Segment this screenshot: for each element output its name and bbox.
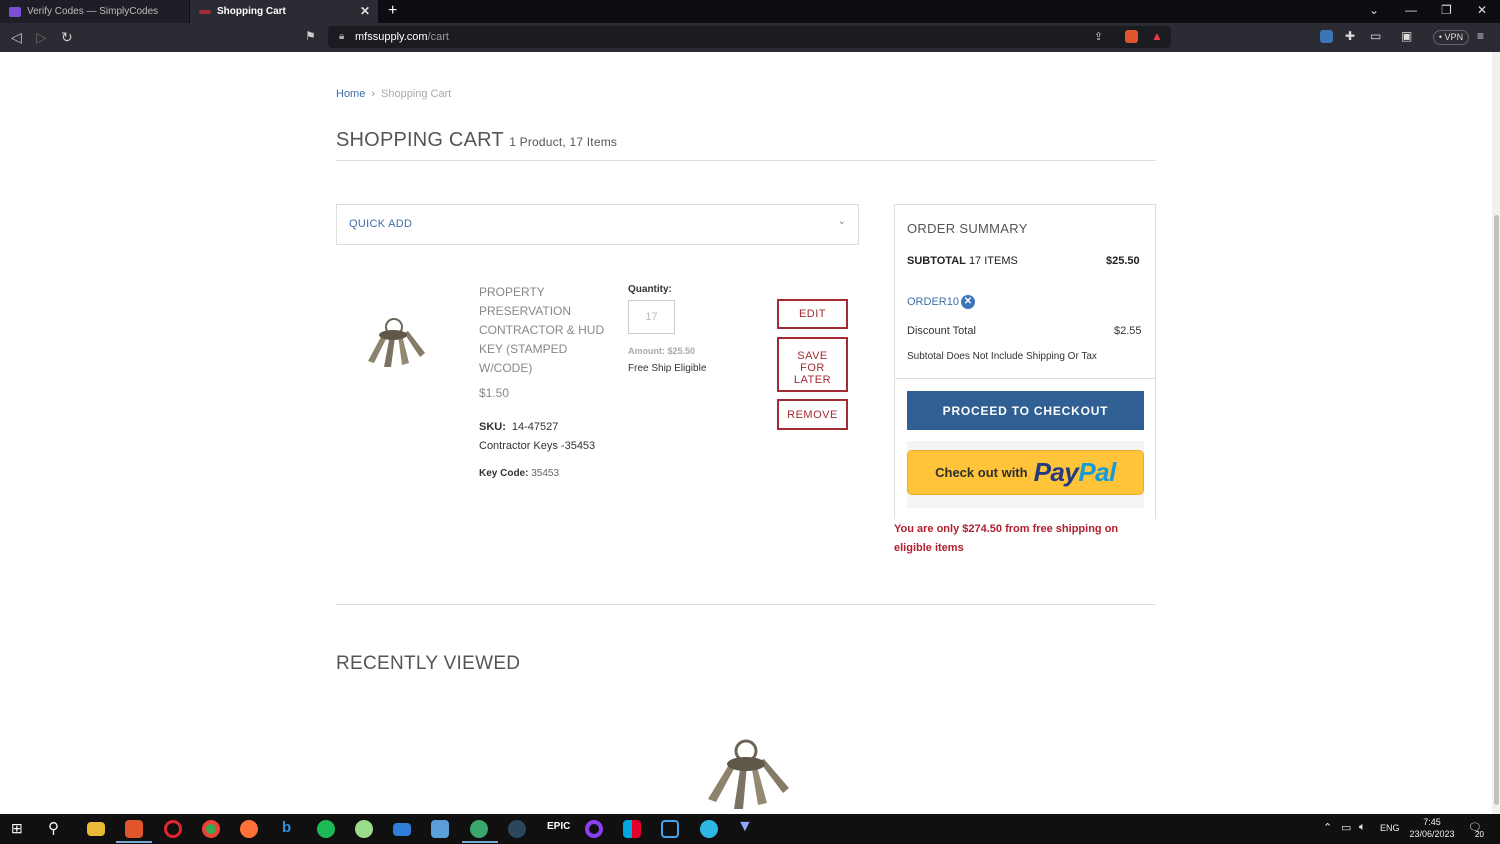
chrome-icon[interactable]	[202, 820, 220, 838]
discount-label: Discount Total	[907, 325, 976, 337]
proceed-to-checkout-button[interactable]: PROCEED TO CHECKOUT	[907, 391, 1144, 430]
app-ring-icon[interactable]	[585, 820, 603, 838]
paypal-logo-icon: PayPal	[1033, 457, 1117, 487]
epic-games-icon[interactable]: EPIC	[547, 821, 570, 832]
tab-title: Shopping Cart	[217, 6, 286, 17]
store-icon[interactable]	[431, 820, 449, 838]
product-unit-price: $1.50	[479, 386, 510, 400]
brave-browser-icon[interactable]	[125, 820, 143, 838]
subtotal-value: $25.50	[1106, 255, 1140, 267]
nintendo-switch-icon[interactable]	[623, 820, 641, 838]
page-title-count: 1 Product, 17 Items	[509, 135, 618, 149]
network-icon[interactable]: ▭	[1341, 821, 1351, 834]
coupon-code: ORDER10	[907, 296, 959, 308]
active-app-indicator	[462, 841, 498, 843]
sidebar-icon[interactable]: ▭	[1370, 29, 1381, 43]
mfs-favicon-icon	[199, 9, 211, 14]
close-icon[interactable]: ✕	[360, 4, 370, 18]
browser-tab-bar: Verify Codes — SimplyCodes Shopping Cart…	[0, 0, 1500, 23]
share-icon[interactable]: ⇪	[1094, 30, 1103, 43]
recent-product-image-keys[interactable]	[700, 735, 794, 812]
brave-shields-icon[interactable]	[1125, 30, 1138, 43]
order-summary-title: ORDER SUMMARY	[907, 221, 1028, 236]
bookmark-icon[interactable]: ⚑	[305, 29, 316, 43]
divider	[336, 604, 1156, 605]
minimize-icon[interactable]: —	[1405, 3, 1417, 17]
edit-button[interactable]: EDIT	[777, 299, 848, 329]
clock[interactable]: 7:45 23/06/2023	[1408, 816, 1456, 840]
menu-icon[interactable]: ≡	[1477, 29, 1484, 43]
tray-expand-icon[interactable]: ⌃	[1323, 821, 1332, 834]
quick-add-dropdown[interactable]: QUICK ADD ⌄	[336, 204, 859, 245]
new-tab-icon[interactable]: +	[388, 2, 397, 20]
paypal-checkout-button[interactable]: Check out with PayPal	[907, 450, 1144, 495]
back-icon[interactable]: ◁	[11, 29, 22, 46]
search-icon[interactable]: ⚲	[48, 819, 59, 837]
spotify-icon[interactable]	[317, 820, 335, 838]
recently-viewed-title: RECENTLY VIEWED	[336, 653, 521, 674]
scrollbar-thumb[interactable]	[1494, 215, 1499, 805]
product-image-keys[interactable]	[360, 313, 428, 371]
tab-search-chevron-icon[interactable]: ⌄	[1369, 3, 1379, 17]
windows-start-icon[interactable]: ⊞	[11, 820, 23, 837]
subtotal-note: Subtotal Does Not Include Shipping Or Ta…	[907, 351, 1097, 362]
bing-icon[interactable]: b	[282, 819, 291, 836]
ccleaner-icon[interactable]	[700, 820, 718, 838]
opera-icon[interactable]	[164, 820, 182, 838]
quick-add-label: QUICK ADD	[349, 218, 413, 230]
breadcrumb-home-link[interactable]: Home	[336, 88, 365, 100]
firefox-icon[interactable]	[240, 820, 258, 838]
free-ship-eligible-label: Free Ship Eligible	[628, 363, 707, 374]
quantity-input[interactable]	[628, 300, 675, 334]
file-explorer-icon[interactable]	[87, 822, 105, 836]
breadcrumb-current: Shopping Cart	[381, 88, 452, 100]
wallet-icon[interactable]: ▣	[1401, 29, 1412, 43]
translate-icon[interactable]	[1320, 30, 1333, 43]
divider	[336, 160, 1156, 161]
notification-count-badge: 20	[1475, 830, 1484, 839]
page-title: SHOPPING CART 1 Product, 17 Items	[336, 129, 618, 151]
extensions-icon[interactable]: ✚	[1345, 29, 1355, 43]
reload-icon[interactable]: ↻	[61, 29, 73, 46]
simplycodes-favicon-icon	[9, 6, 21, 17]
forward-icon[interactable]: ▷	[36, 29, 47, 46]
product-name-link[interactable]: PROPERTY PRESERVATION CONTRACTOR & HUD K…	[479, 283, 609, 378]
lock-icon: 🔒︎	[339, 31, 345, 42]
divider	[895, 378, 1155, 379]
line-amount: Amount: $25.50	[628, 346, 696, 356]
breadcrumb-separator: ›	[371, 88, 376, 100]
vpn-button[interactable]: • VPN	[1433, 30, 1469, 45]
window-close-icon[interactable]: ✕	[1477, 3, 1487, 17]
remove-button[interactable]: REMOVE	[777, 399, 848, 430]
whatsapp-icon[interactable]	[470, 820, 488, 838]
xbox-icon[interactable]	[355, 820, 373, 838]
free-shipping-threshold-message: You are only $274.50 from free shipping …	[894, 523, 1119, 554]
coupon-remove-icon[interactable]: ✕	[961, 295, 975, 309]
active-app-indicator	[116, 841, 152, 843]
tab-title: Verify Codes — SimplyCodes	[27, 6, 159, 17]
steam-icon[interactable]	[508, 820, 526, 838]
product-category: Contractor Keys -35453	[479, 440, 596, 452]
language-indicator[interactable]: ENG	[1380, 823, 1400, 833]
product-sku: SKU: 14-47527	[479, 421, 559, 433]
tab-verify-codes[interactable]: Verify Codes — SimplyCodes	[0, 0, 189, 23]
vpn-app-icon[interactable]: ▼	[737, 818, 753, 836]
volume-icon[interactable]: 🔈︎	[1359, 821, 1366, 834]
save-for-later-button[interactable]: SAVE FOR LATER	[777, 337, 848, 392]
app-icon[interactable]	[661, 820, 679, 838]
address-bar[interactable]	[328, 26, 1171, 48]
product-key-code: Key Code: 35453	[479, 468, 560, 479]
breadcrumb: Home › Shopping Cart	[336, 88, 451, 100]
discount-value: $2.55	[1114, 325, 1142, 337]
tab-shopping-cart[interactable]: Shopping Cart ✕	[190, 0, 378, 23]
brave-rewards-icon[interactable]: ▲	[1151, 29, 1163, 43]
quantity-label: Quantity:	[628, 284, 672, 295]
chevron-down-icon: ⌄	[837, 216, 846, 227]
restore-icon[interactable]: ❐	[1441, 3, 1452, 17]
mail-icon[interactable]	[393, 823, 411, 836]
subtotal-label: SUBTOTAL 17 ITEMS	[907, 255, 1018, 267]
url-text[interactable]: mfssupply.com/cart	[355, 31, 449, 43]
